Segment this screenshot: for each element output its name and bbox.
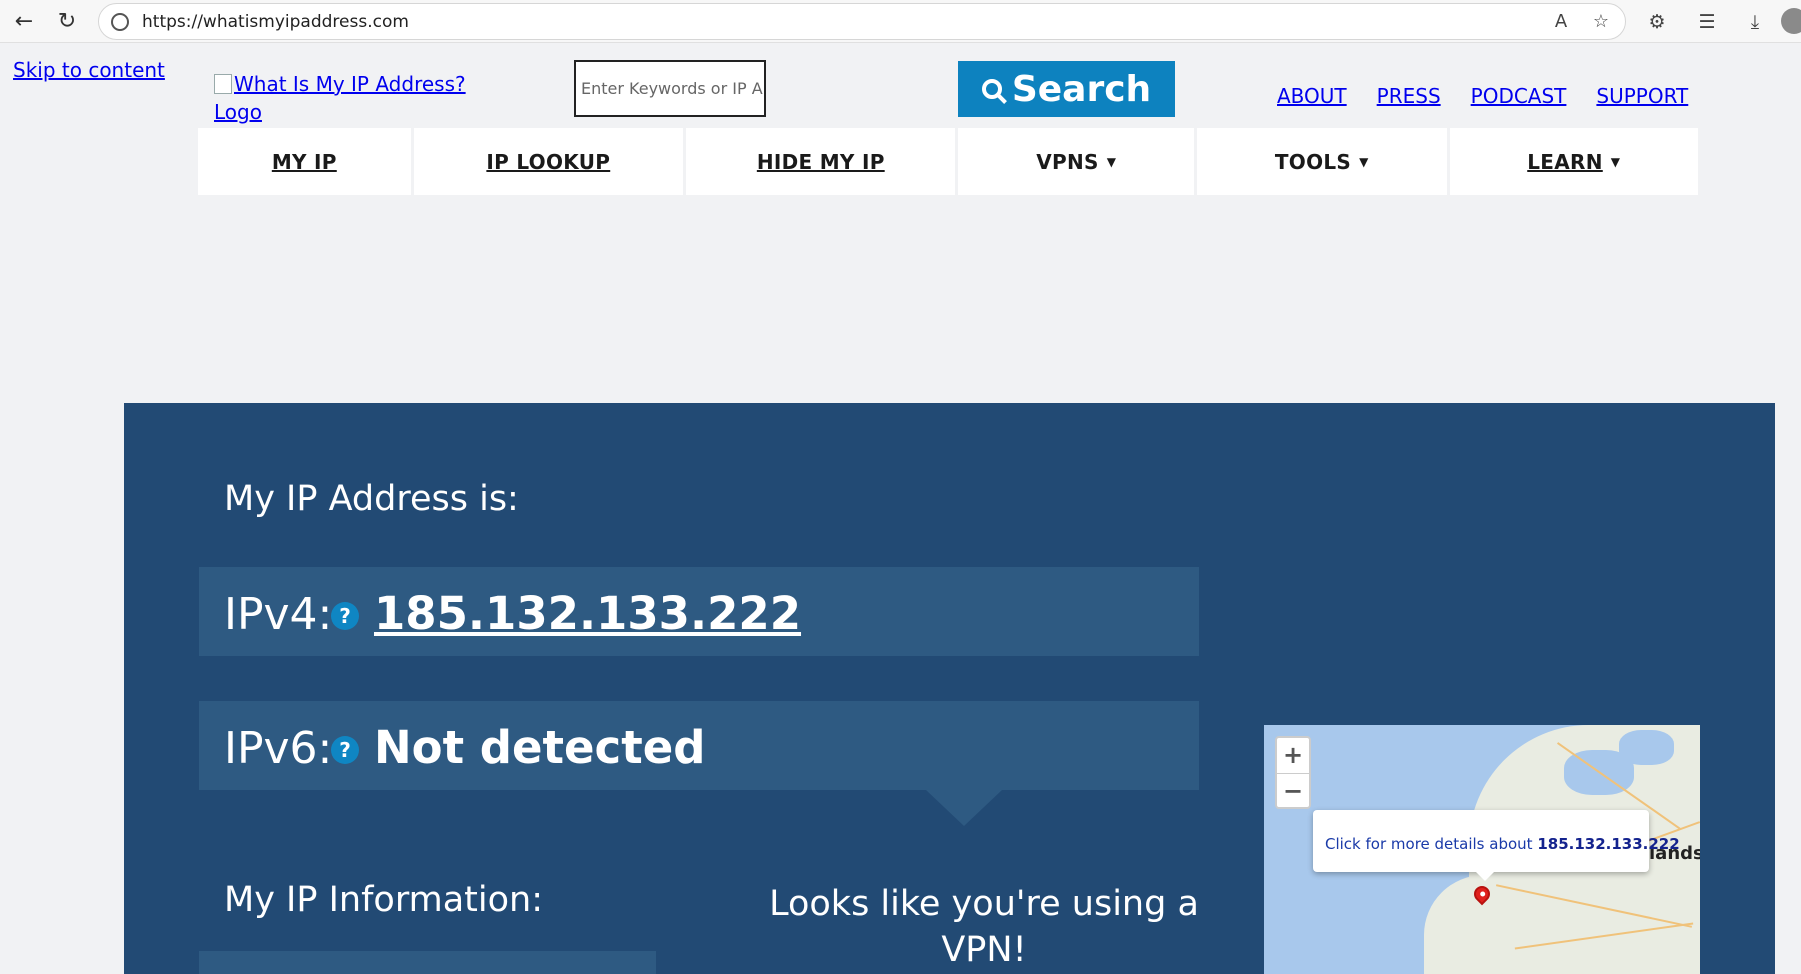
nav-item-label: MY IP (271, 149, 337, 174)
downloads-icon[interactable]: ⤓ (1741, 8, 1769, 36)
nav-item-tools[interactable]: TOOLS ▼ (1197, 128, 1447, 195)
back-icon[interactable]: ← (9, 6, 39, 36)
map-lake (1619, 730, 1674, 765)
address-bar[interactable]: https://whatismyipaddress.com A ☆ (98, 3, 1626, 40)
caret-down-icon: ▼ (1610, 154, 1621, 169)
popup-tail (1475, 871, 1495, 881)
main-nav: MY IP IP LOOKUP HIDE MY IP VPNS ▼ TOOLS ▼ … (198, 128, 1699, 195)
top-links: ABOUT PRESS PODCAST SUPPORT (1277, 84, 1688, 108)
broken-image-icon (214, 74, 232, 94)
ipv4-address-link[interactable]: 185.132.133.222 (374, 587, 801, 640)
search-button-label: Search (1011, 68, 1152, 110)
read-aloud-icon[interactable]: A (1549, 10, 1573, 34)
url-text[interactable]: https://whatismyipaddress.com (142, 12, 409, 32)
nav-item-hide-my-ip[interactable]: HIDE MY IP (686, 128, 956, 195)
nav-item-label: LEARN (1527, 149, 1603, 174)
favorite-star-icon[interactable]: ☆ (1589, 10, 1613, 34)
nav-item-label: HIDE MY IP (756, 149, 885, 174)
nav-item-ip-lookup[interactable]: IP LOOKUP (413, 128, 684, 195)
zoom-in-button[interactable]: + (1277, 738, 1309, 773)
nav-item-label: VPNS (1036, 149, 1099, 174)
ip-info-heading: My IP Information: (224, 880, 543, 920)
top-link-podcast[interactable]: PODCAST (1471, 84, 1567, 108)
logo-alt-text: What Is My IP Address? Logo (214, 72, 466, 124)
ipv4-box: IPv4: ? 185.132.133.222 (199, 567, 1199, 656)
nav-item-vpns[interactable]: VPNS ▼ (958, 128, 1195, 195)
top-link-press[interactable]: PRESS (1377, 84, 1441, 108)
ipv6-value: Not detected (374, 721, 706, 774)
nav-item-label: IP LOOKUP (486, 149, 611, 174)
caret-down-icon: ▼ (1359, 154, 1369, 169)
ipv6-box: IPv6: ? Not detected (199, 701, 1199, 790)
ip-hero: My IP Address is: IPv4: ? 185.132.133.22… (124, 403, 1775, 974)
nav-item-learn[interactable]: LEARN ▼ (1449, 128, 1699, 195)
top-link-about[interactable]: ABOUT (1277, 84, 1347, 108)
site-logo-link[interactable]: What Is My IP Address? Logo (214, 70, 474, 126)
skip-to-content-link[interactable]: Skip to content (13, 58, 165, 82)
location-map[interactable]: + − lands Click for more details about 1… (1264, 725, 1700, 974)
search-icon (981, 79, 1002, 99)
map-zoom-control: + − (1275, 736, 1311, 809)
browser-toolbar: ← ↻ https://whatismyipaddress.com A ☆ ⚙ … (0, 0, 1801, 43)
site-info-icon[interactable] (111, 13, 129, 31)
vpn-message: Looks like you're using a VPN! (769, 884, 1199, 970)
ipv4-help-icon[interactable]: ? (331, 602, 359, 630)
extensions-icon[interactable]: ⚙ (1643, 8, 1671, 36)
ipv6-label: IPv6: (224, 723, 333, 774)
ip-info-box (199, 951, 656, 974)
nav-item-my-ip[interactable]: MY IP (198, 128, 411, 195)
callout-pointer (926, 790, 1002, 826)
search-button[interactable]: Search (958, 61, 1175, 117)
map-popup[interactable]: Click for more details about 185.132.133… (1313, 810, 1680, 872)
favorites-icon[interactable]: ☰ (1693, 8, 1721, 36)
profile-avatar[interactable] (1781, 8, 1801, 34)
hero-heading: My IP Address is: (224, 479, 519, 519)
top-link-support[interactable]: SUPPORT (1596, 84, 1688, 108)
ipv6-help-icon[interactable]: ? (331, 736, 359, 764)
popup-ip[interactable]: 185.132.133.222 (1537, 835, 1679, 853)
ipv4-label: IPv4: (224, 589, 333, 640)
zoom-out-button[interactable]: − (1277, 773, 1309, 808)
search-input[interactable] (574, 60, 766, 117)
nav-item-label: TOOLS (1274, 149, 1352, 174)
reload-icon[interactable]: ↻ (52, 6, 82, 36)
caret-down-icon: ▼ (1106, 154, 1117, 169)
popup-text: Click for more details about (1325, 835, 1538, 853)
